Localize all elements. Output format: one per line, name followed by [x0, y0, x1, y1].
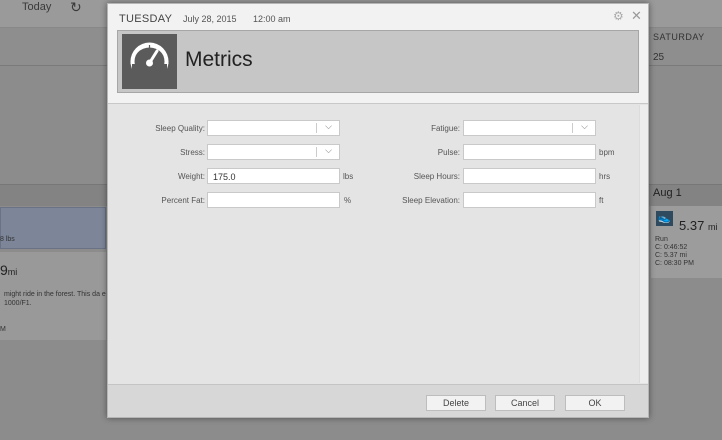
- metrics-banner: Metrics: [117, 30, 639, 93]
- shoe-icon: 👟: [656, 211, 673, 226]
- dialog-scrollbar[interactable]: [639, 105, 648, 383]
- activity-type: Run: [655, 236, 668, 243]
- dialog-time: 12:00 am: [253, 14, 291, 24]
- pulse-unit: bpm: [599, 148, 615, 157]
- sleep-elevation-label: Sleep Elevation:: [402, 196, 460, 205]
- dialog-title: Metrics: [185, 48, 253, 71]
- activity-details-right: Run C: 0:46:52 C: 5.37 mi C: 08:30 PM: [655, 236, 694, 268]
- day-header-saturday: SATURDAY: [653, 32, 705, 42]
- gauge-icon: [122, 34, 177, 89]
- activity-distance-left: 9mi: [0, 262, 18, 278]
- week-date-label: Aug 1: [653, 187, 682, 199]
- dialog-date: July 28, 2015: [183, 14, 237, 24]
- sleep-elevation-unit: ft: [599, 196, 604, 205]
- weight-entry-card[interactable]: [0, 207, 106, 249]
- fatigue-select[interactable]: ⌵: [463, 120, 596, 136]
- dialog-footer: Delete Cancel OK: [108, 384, 648, 417]
- today-button[interactable]: Today: [22, 1, 51, 13]
- chevron-down-icon: ⌵: [325, 145, 332, 155]
- sleep-quality-label: Sleep Quality:: [155, 124, 205, 133]
- day-number: 25: [653, 52, 665, 63]
- weight-entry-text: 8 lbs: [0, 236, 15, 243]
- stress-select[interactable]: ⌵: [207, 144, 340, 160]
- activity-line-1: C: 0:46:52: [655, 244, 688, 251]
- metrics-form: Sleep Quality: ⌵ Stress: ⌵ Weight: 175.0…: [108, 105, 648, 383]
- activity-distance-right: 5.37 mi: [679, 218, 718, 233]
- metrics-dialog: TUESDAY July 28, 2015 12:00 am ⚙ ✕ Metri…: [107, 3, 649, 418]
- stress-label: Stress:: [180, 148, 205, 157]
- chevron-down-icon: ⌵: [325, 121, 332, 131]
- sleep-hours-unit: hrs: [599, 172, 611, 181]
- fatigue-label: Fatigue:: [431, 124, 460, 133]
- pulse-label: Pulse:: [437, 148, 460, 157]
- dialog-day: TUESDAY: [119, 13, 173, 25]
- refresh-icon[interactable]: ↻: [70, 0, 82, 16]
- activity-line-2: C: 5.37 mi: [655, 252, 687, 259]
- sleep-hours-input[interactable]: [463, 168, 596, 184]
- close-icon[interactable]: ✕: [631, 8, 642, 24]
- activity-note-left: might ride in the forest. This da e 1000…: [4, 291, 106, 307]
- weight-input[interactable]: 175.0: [207, 168, 340, 184]
- dialog-header: TUESDAY July 28, 2015 12:00 am ⚙ ✕ Metri…: [108, 4, 648, 104]
- cancel-button[interactable]: Cancel: [495, 395, 555, 411]
- chevron-down-icon: ⌵: [581, 121, 588, 131]
- activity-line-3: C: 08:30 PM: [655, 260, 694, 267]
- weight-label: Weight:: [178, 172, 205, 181]
- sleep-hours-label: Sleep Hours:: [413, 172, 460, 181]
- gear-icon[interactable]: ⚙: [613, 9, 624, 23]
- pulse-input[interactable]: [463, 144, 596, 160]
- delete-button[interactable]: Delete: [426, 395, 486, 411]
- percent-fat-input[interactable]: [207, 192, 340, 208]
- ok-button[interactable]: OK: [565, 395, 625, 411]
- activity-tail-left: M: [0, 326, 6, 333]
- percent-fat-label: Percent Fat:: [161, 196, 205, 205]
- sleep-quality-select[interactable]: ⌵: [207, 120, 340, 136]
- sleep-elevation-input[interactable]: [463, 192, 596, 208]
